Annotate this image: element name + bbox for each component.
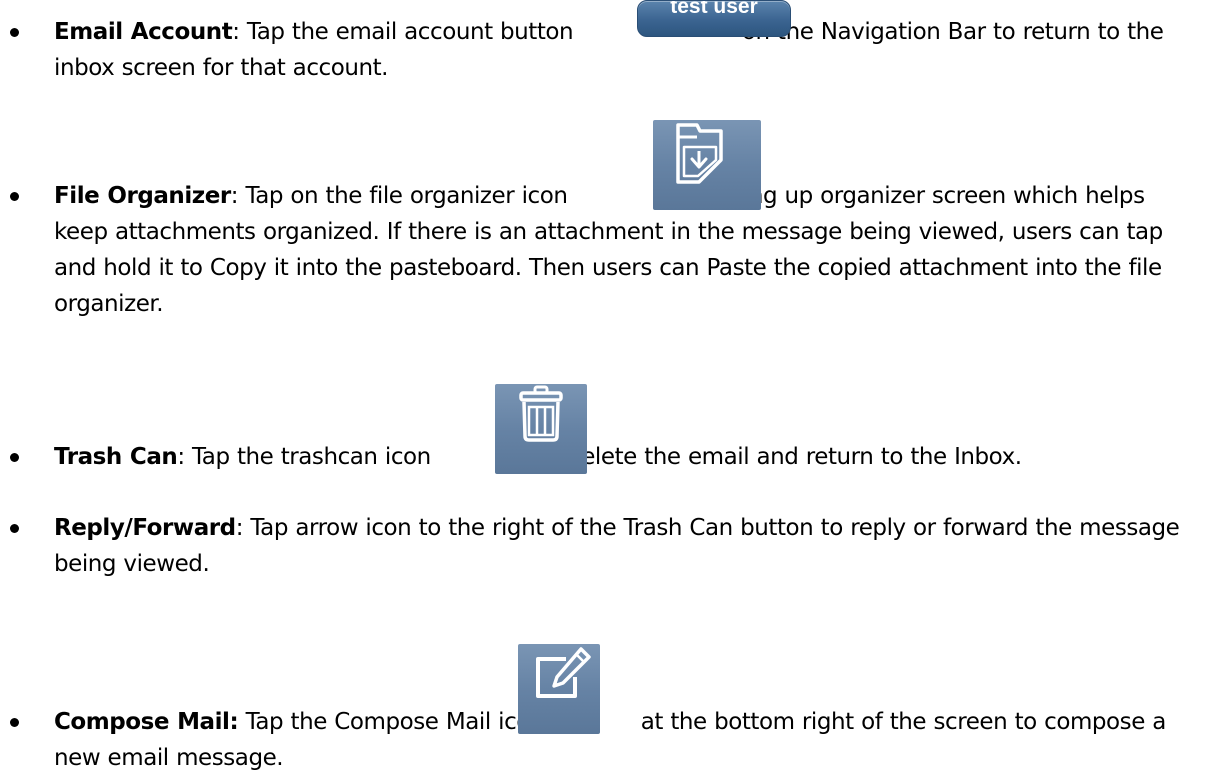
item-description-cont: to delete the email and return to the In… <box>530 444 1023 470</box>
item-description: Tap the trashcan icon <box>184 444 439 470</box>
trashcan-icon <box>519 385 563 442</box>
item-description: Tap on the file organizer icon <box>238 183 575 209</box>
item-description: Tap the email account button <box>239 19 581 45</box>
bullet <box>10 718 19 727</box>
compose-icon[interactable] <box>518 644 600 734</box>
item-description: Tap the Compose Mail icon <box>238 709 552 735</box>
bullet <box>10 192 19 201</box>
folder-download-icon <box>676 123 723 184</box>
item-text: Reply/Forward: Tap arrow icon to the rig… <box>54 515 1180 577</box>
bullet <box>10 453 19 462</box>
trash-icon[interactable] <box>495 384 587 474</box>
item-title: File Organizer <box>54 183 231 209</box>
item-title: Email Account <box>54 19 233 45</box>
item-text: Compose Mail: Tap the Compose Mail icon … <box>54 704 1204 776</box>
item-text: File Organizer: Tap on the file organize… <box>54 183 1163 317</box>
item-text: Email Account: Tap the email account but… <box>54 19 1164 81</box>
pencil-square-icon <box>536 647 591 698</box>
file-organizer-icon[interactable] <box>653 120 761 210</box>
item-title: Trash Can <box>54 444 178 470</box>
item-title: Compose Mail: <box>54 709 239 735</box>
bullet <box>10 524 19 533</box>
item-title: Reply/Forward <box>54 515 236 541</box>
item-text: Trash Can: Tap the trashcan icon to dele… <box>54 444 1023 470</box>
help-document: Email Account: Tap the email account but… <box>0 0 1210 771</box>
email-account-button[interactable]: test user <box>637 0 791 37</box>
bullet <box>10 28 19 37</box>
